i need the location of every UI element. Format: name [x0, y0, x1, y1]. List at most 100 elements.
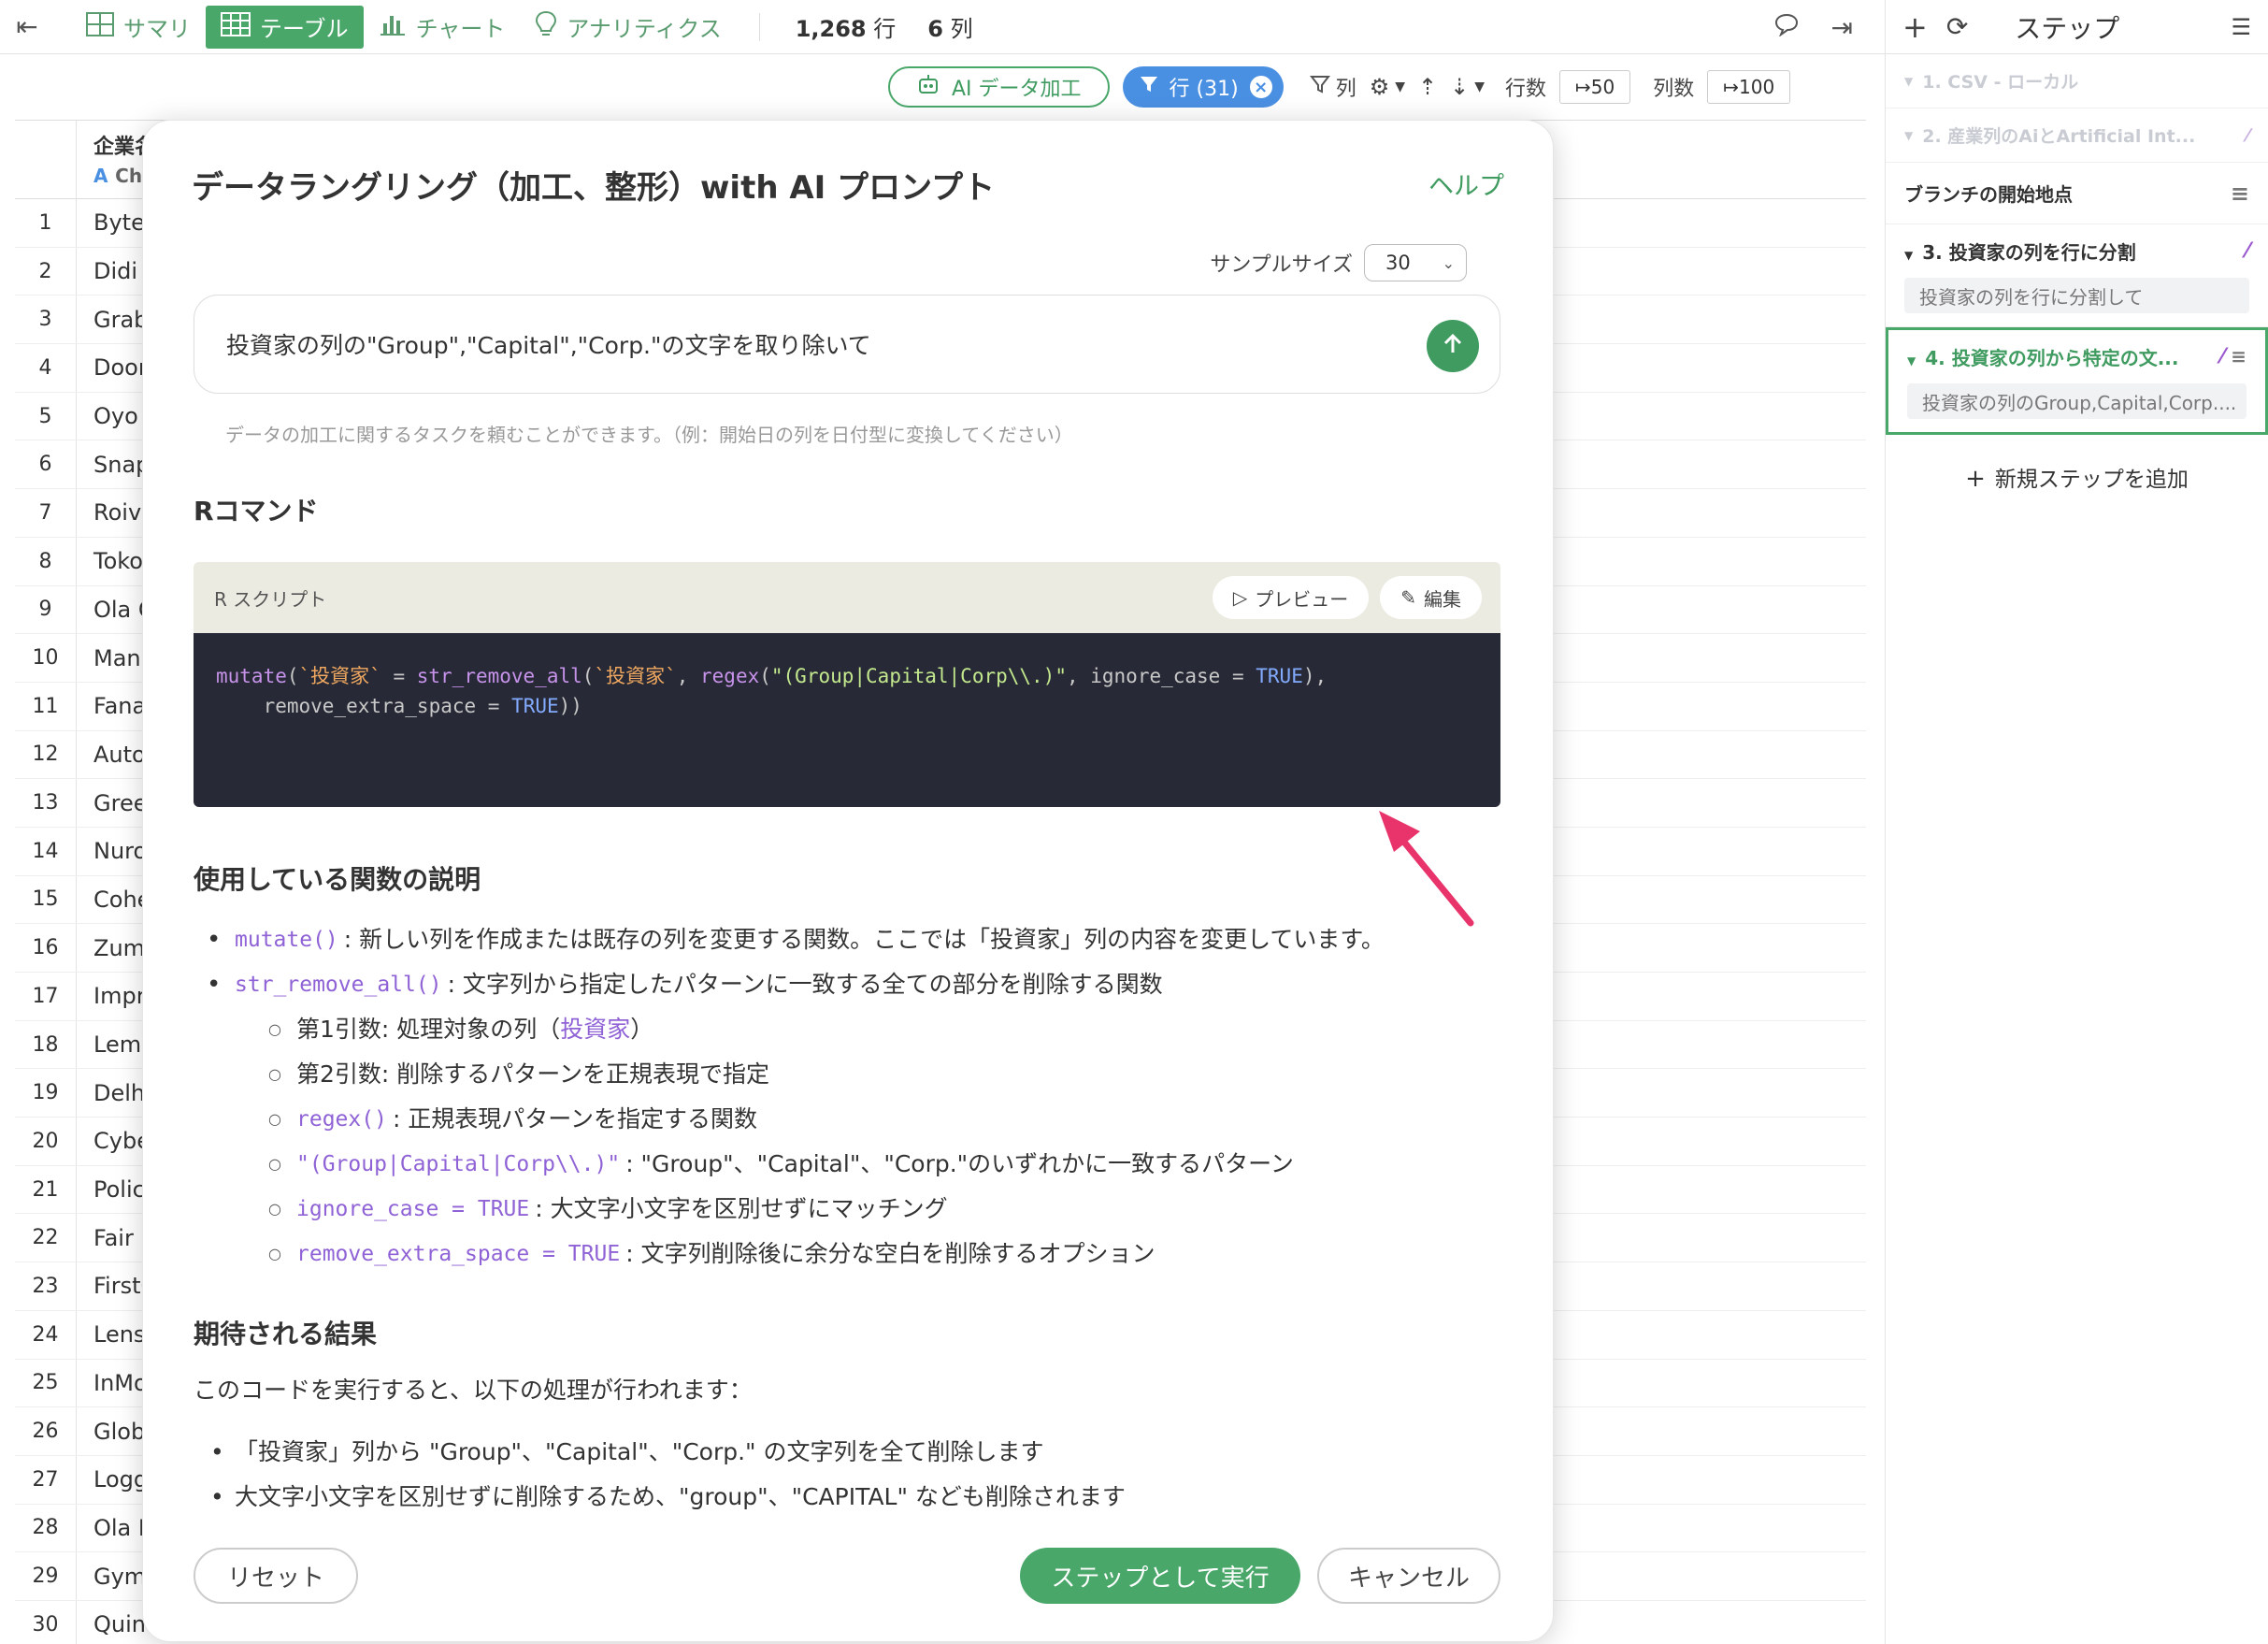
- step-3[interactable]: ▼ 3. 投資家の列を行に分割 ⁄ 投資家の列を行に分割して: [1886, 224, 2268, 327]
- step-4-desc: 投資家の列のGroup,Capital,Corp....: [1907, 383, 2246, 419]
- cancel-button[interactable]: キャンセル: [1317, 1548, 1500, 1604]
- row-index: 20: [15, 1118, 77, 1165]
- tab-summary[interactable]: サマリ: [71, 6, 206, 49]
- sample-size-label: サンプルサイズ: [1210, 253, 1353, 277]
- r-script-card: R スクリプト ▷ プレビュー ✎ 編集 mutate(`投資家` = str_re…: [194, 562, 1500, 807]
- result-intro: このコードを実行すると、以下の処理が行われます：: [194, 1377, 753, 1404]
- row-index: 7: [15, 489, 77, 537]
- row-filter-pill[interactable]: 行 (31) ×: [1122, 66, 1284, 108]
- caret-down-icon: ▼: [1907, 354, 1916, 368]
- r-script-code[interactable]: mutate(`投資家` = str_remove_all(`投資家`, reg…: [194, 633, 1500, 807]
- tab-analytics-label: アナリティクス: [567, 16, 722, 42]
- row-index: 27: [15, 1455, 77, 1504]
- gear-icon: ⚙: [1369, 74, 1390, 100]
- list-item: 第1引数: 処理対象の列（投資家）: [235, 1007, 1525, 1052]
- rows-limit-input[interactable]: ↦ 50: [1559, 70, 1631, 104]
- row-index: 8: [15, 537, 77, 585]
- row-index: 13: [15, 779, 77, 827]
- list-item: 「投資家」列から "Group"、"Capital"、"Corp." の文字列を…: [235, 1430, 1126, 1475]
- column-filter-button[interactable]: 列: [1309, 72, 1356, 102]
- filter-outline-icon: [1309, 74, 1330, 100]
- chevron-down-icon: ⌄: [1442, 253, 1455, 272]
- ai-data-label: AI データ加工: [952, 78, 1082, 101]
- list-item: regex(): 正規表現パターンを指定する関数: [235, 1097, 1525, 1142]
- tab-analytics[interactable]: アナリティクス: [520, 6, 736, 49]
- table-cell[interactable]: Grab: [77, 307, 148, 333]
- annotation-arrow: [1379, 811, 1474, 927]
- settings-menu[interactable]: ⚙ ▼: [1370, 74, 1405, 100]
- table-cell[interactable]: Nuro: [77, 838, 147, 864]
- download-menu[interactable]: ⇣ ▼: [1450, 74, 1485, 100]
- refresh-icon[interactable]: ⟳: [1946, 11, 1968, 42]
- arrow-to-icon: ↦: [1575, 76, 1591, 98]
- table-cell[interactable]: Toko: [77, 548, 143, 574]
- run-step-button[interactable]: ステップとして実行: [1020, 1548, 1300, 1604]
- r-script-header: R スクリプト ▷ プレビュー ✎ 編集: [194, 562, 1500, 633]
- chevron-down-icon: ▼: [1395, 79, 1406, 94]
- sample-size-select[interactable]: 30 ⌄: [1364, 244, 1467, 281]
- r-script-label: R スクリプト: [214, 587, 327, 611]
- help-link[interactable]: ヘルプ: [1428, 166, 1504, 202]
- list-item: 大文字小文字を区別せずに削除するため、"group"、"CAPITAL" なども…: [235, 1475, 1126, 1520]
- step-item[interactable]: ▼ 1. CSV - ローカル: [1886, 54, 2268, 108]
- cols-limit-input[interactable]: ↦ 100: [1707, 70, 1791, 104]
- tab-table[interactable]: テーブル: [206, 5, 364, 49]
- col-count: 6 列: [927, 16, 973, 42]
- send-button[interactable]: [1427, 320, 1479, 372]
- row-index: 12: [15, 730, 77, 779]
- collapse-right-icon[interactable]: ⇥: [1831, 12, 1853, 43]
- robot-icon: [916, 73, 940, 101]
- list-item: remove_extra_space = TRUE: 文字列削除後に余分な空白を…: [235, 1232, 1525, 1276]
- row-index: 25: [15, 1359, 77, 1407]
- edit-label: 編集: [1424, 587, 1461, 611]
- prompt-text: 投資家の列の"Group","Capital","Corp."の文字を取り除いて: [226, 332, 871, 359]
- step-3-title: 3. 投資家の列を行に分割: [1922, 241, 2136, 264]
- step-item[interactable]: ▼ 2. 産業列のAiとArtificial Int... ⁄: [1886, 108, 2268, 163]
- preview-button[interactable]: ▷ プレビュー: [1212, 576, 1370, 619]
- menu-icon[interactable]: ≡: [2231, 345, 2246, 368]
- chevron-down-icon: ▼: [1474, 79, 1486, 94]
- row-count: 1,268 行: [795, 16, 897, 42]
- magic-wand-icon: ⁄: [2246, 124, 2249, 146]
- row-index: 5: [15, 392, 77, 440]
- add-step-button[interactable]: + 新規ステップを追加: [1886, 461, 2268, 493]
- table-cell[interactable]: Fair: [77, 1225, 134, 1251]
- column-filter-label: 列: [1335, 78, 1356, 101]
- row-index: 16: [15, 924, 77, 972]
- row-index: 30: [15, 1600, 77, 1644]
- row-index: 17: [15, 973, 77, 1020]
- caret-down-icon: ▼: [1904, 128, 1914, 142]
- prompt-input[interactable]: 投資家の列の"Group","Capital","Corp."の文字を取り除いて: [194, 295, 1500, 394]
- collapse-left-icon[interactable]: ⇤: [0, 0, 54, 54]
- row-index: 10: [15, 634, 77, 682]
- list-item: mutate(): 新しい列を作成または既存の列を変更する関数。ここでは「投資家…: [235, 917, 1525, 962]
- sliders-icon[interactable]: ☰: [2231, 14, 2251, 40]
- row-index: 22: [15, 1214, 77, 1262]
- clear-filter-icon[interactable]: ×: [1249, 76, 1272, 98]
- steps-title: ステップ: [2015, 12, 2120, 44]
- prompt-hint: データの加工に関するタスクを頼むことができます。（例：開始日の列を日付型に変換し…: [225, 424, 1073, 446]
- divider: [758, 12, 760, 41]
- tab-table-label: テーブル: [260, 16, 349, 42]
- ai-prompt-dialog: データラングリング（加工、整形）with AI プロンプト ヘルプ サンプルサイ…: [142, 120, 1554, 1642]
- menu-icon[interactable]: ≡: [2231, 180, 2249, 207]
- ai-data-button[interactable]: AI データ加工: [888, 66, 1110, 108]
- edit-button[interactable]: ✎ 編集: [1380, 576, 1482, 619]
- magic-wand-icon: ⁄: [2246, 239, 2249, 263]
- bar-chart-icon: [379, 12, 407, 42]
- comment-icon[interactable]: [1773, 12, 1800, 43]
- row-index: 14: [15, 827, 77, 875]
- top-toolbar: ⇤ サマリ テーブル チャート アナリティクス 1,268 行 6 列 ⇥: [0, 0, 1885, 54]
- topbar-right: ⇥: [1773, 0, 1853, 54]
- row-index: 26: [15, 1407, 77, 1455]
- step-label: 2. 産業列のAiとArtificial Int...: [1922, 126, 2196, 147]
- list-item: "(Group|Capital|Corp\\.)": "Group"、"Capi…: [235, 1142, 1525, 1187]
- branch-start-row[interactable]: ブランチの開始地点 ≡: [1886, 163, 2268, 224]
- plus-icon[interactable]: +: [1902, 9, 1928, 45]
- row-index: 1: [15, 199, 77, 247]
- table-icon: [221, 11, 251, 42]
- tab-chart[interactable]: チャート: [364, 6, 521, 49]
- reset-button[interactable]: リセット: [194, 1548, 358, 1604]
- upload-icon[interactable]: ⇡: [1418, 74, 1437, 100]
- step-4[interactable]: ▼ 4. 投資家の列から特定の文... ⁄ ≡ 投資家の列のGroup,Capita…: [1886, 327, 2268, 435]
